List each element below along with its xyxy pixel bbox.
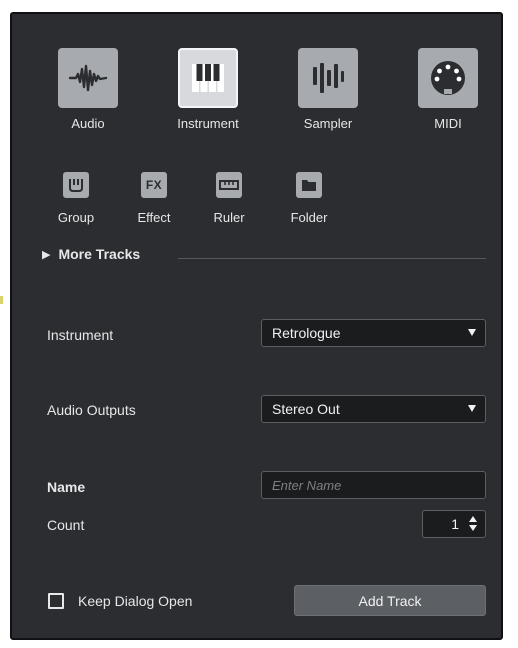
piano-keys-icon <box>192 64 224 92</box>
effect-label: Effect <box>137 210 171 225</box>
track-type-audio[interactable]: Audio <box>58 48 118 131</box>
midi-button[interactable] <box>418 48 478 108</box>
track-type-instrument[interactable]: Instrument <box>177 48 239 131</box>
name-input[interactable] <box>261 471 486 499</box>
chevron-down-icon <box>468 329 476 336</box>
keep-dialog-open-label[interactable]: Keep Dialog Open <box>78 593 192 609</box>
folder-icon <box>302 180 316 191</box>
fx-icon: FX <box>145 178 163 192</box>
expand-arrow-icon: ▶ <box>42 248 51 261</box>
midi-label: MIDI <box>434 116 462 131</box>
group-button[interactable] <box>63 172 89 198</box>
more-tracks-label: More Tracks <box>58 246 141 262</box>
midi-connector-icon <box>431 61 465 95</box>
count-stepper[interactable]: 1 <box>422 510 486 538</box>
group-icon <box>69 179 83 192</box>
increment-icon[interactable] <box>469 516 477 522</box>
sampler-bars-icon <box>313 63 344 93</box>
track-type-group[interactable]: Group <box>56 172 96 225</box>
waveform-icon <box>68 64 108 92</box>
more-tracks-toggle[interactable]: ▶ More Tracks <box>42 246 140 262</box>
audio-outputs-select[interactable]: Stereo Out <box>261 395 486 423</box>
keep-dialog-open-checkbox[interactable] <box>48 593 64 609</box>
group-label: Group <box>57 210 95 225</box>
stepper-arrows-icon[interactable] <box>469 516 477 531</box>
track-type-sampler[interactable]: Sampler <box>298 48 358 131</box>
track-type-ruler[interactable]: Ruler <box>209 172 249 225</box>
instrument-field-label: Instrument <box>47 327 114 343</box>
add-track-dialog: Audio Instrument Sampler MIDI Group FX E… <box>10 12 503 640</box>
section-divider <box>178 258 486 259</box>
count-field-label: Count <box>47 517 85 533</box>
instrument-select[interactable]: Retrologue <box>261 319 486 347</box>
audio-label: Audio <box>71 116 105 131</box>
ruler-label: Ruler <box>213 210 245 225</box>
name-field-label: Name <box>47 479 86 495</box>
window-edge-marker <box>0 296 3 304</box>
track-type-folder[interactable]: Folder <box>289 172 329 225</box>
audio-button[interactable] <box>58 48 118 108</box>
instrument-label: Instrument <box>177 116 239 131</box>
sampler-label: Sampler <box>303 116 353 131</box>
chevron-down-icon <box>468 405 476 412</box>
add-track-button[interactable]: Add Track <box>294 585 486 616</box>
effect-button[interactable]: FX <box>141 172 167 198</box>
count-value: 1 <box>451 516 459 532</box>
track-type-effect[interactable]: FX Effect <box>134 172 174 225</box>
sampler-button[interactable] <box>298 48 358 108</box>
instrument-button[interactable] <box>178 48 238 108</box>
audio-outputs-select-value: Stereo Out <box>272 401 340 417</box>
decrement-icon[interactable] <box>469 525 477 531</box>
audio-outputs-field-label: Audio Outputs <box>47 402 136 418</box>
folder-button[interactable] <box>296 172 322 198</box>
ruler-button[interactable] <box>216 172 242 198</box>
track-type-midi[interactable]: MIDI <box>418 48 478 131</box>
folder-label: Folder <box>290 210 328 225</box>
ruler-icon <box>219 180 239 190</box>
instrument-select-value: Retrologue <box>272 325 341 341</box>
